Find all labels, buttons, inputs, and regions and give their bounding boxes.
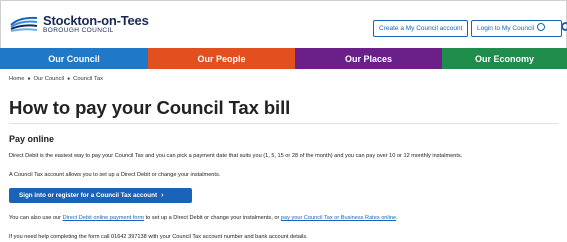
nav-our-council[interactable]: Our Council	[0, 48, 148, 69]
account-paragraph: A Council Tax account allows you to set …	[9, 172, 221, 178]
cta-label: Sign into or register for a Council Tax …	[19, 192, 158, 199]
direct-debit-form-link[interactable]: Direct Debit online payment form	[63, 215, 144, 221]
nav-our-people[interactable]: Our People	[148, 48, 295, 69]
divider	[9, 123, 558, 124]
chevron-right-icon: ›	[161, 192, 164, 199]
breadcrumb-separator-icon: ●	[27, 76, 31, 82]
direct-debit-paragraph: Direct Debit is the easiest way to pay y…	[9, 153, 463, 159]
help-paragraph: If you need help completing the form cal…	[9, 234, 308, 240]
pay-online-link[interactable]: pay your Council Tax or Business Rates o…	[281, 215, 396, 221]
nav-our-economy[interactable]: Our Economy	[442, 48, 567, 69]
council-tax-account-button[interactable]: Sign into or register for a Council Tax …	[9, 188, 192, 203]
login-label: Login to My Council	[477, 25, 535, 32]
nav-our-places[interactable]: Our Places	[295, 48, 442, 69]
council-logo[interactable]: Stockton-on-Tees BOROUGH COUNCIL	[9, 14, 149, 35]
logo-icon	[10, 16, 38, 32]
text: to set up a Direct Debit or change your …	[144, 215, 281, 221]
user-icon	[537, 23, 546, 32]
create-account-button[interactable]: Create a My Council account	[373, 20, 469, 37]
logo-subtitle: BOROUGH COUNCIL	[43, 27, 114, 34]
login-button[interactable]: Login to My Council	[471, 20, 562, 37]
breadcrumb-council-tax: Council Tax	[73, 76, 103, 82]
main-nav: Our Council Our People Our Places Our Ec…	[0, 48, 567, 69]
search-icon[interactable]	[561, 22, 567, 31]
breadcrumb-our-council[interactable]: Our Council	[34, 76, 65, 82]
page-title: How to pay your Council Tax bill	[9, 97, 291, 118]
breadcrumb: Home ● Our Council ● Council Tax	[9, 76, 103, 82]
site-header: Stockton-on-Tees BOROUGH COUNCIL Create …	[0, 0, 567, 48]
text: You can also use our	[9, 215, 63, 221]
breadcrumb-separator-icon: ●	[67, 76, 71, 82]
text: .	[396, 215, 398, 221]
alternatives-paragraph: You can also use our Direct Debit online…	[9, 215, 398, 222]
section-heading: Pay online	[9, 134, 55, 144]
logo-title: Stockton-on-Tees	[43, 13, 149, 28]
breadcrumb-home[interactable]: Home	[9, 76, 24, 82]
